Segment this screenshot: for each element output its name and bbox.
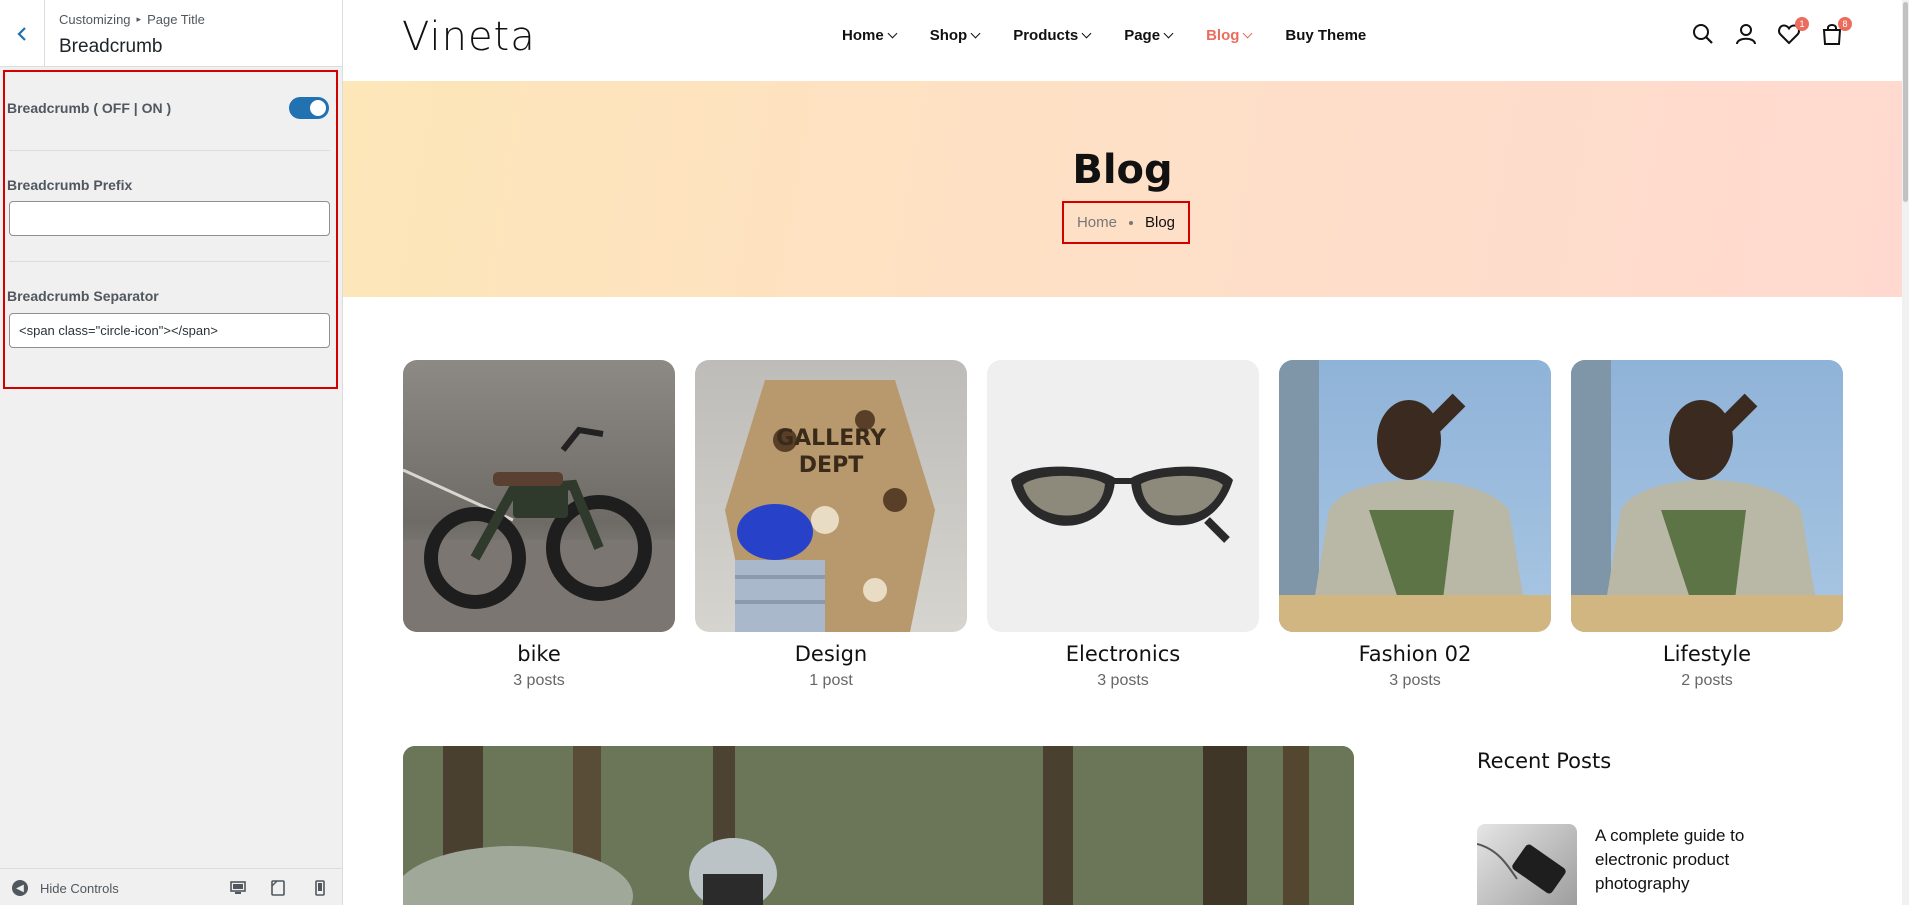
site-header: Vineta Home Shop Products Page Blog Buy Theme… (343, 0, 1909, 81)
recent-post-title: A complete guide to electronic product p… (1595, 826, 1745, 893)
chevron-down-icon (1081, 28, 1092, 39)
svg-text:DEPT: DEPT (799, 453, 863, 478)
tablet-preview-button[interactable] (268, 878, 288, 898)
nav-item-blog[interactable]: Blog (1206, 27, 1253, 44)
category-post-count: 2 posts (1681, 672, 1733, 689)
category-post-count: 3 posts (1097, 672, 1149, 689)
category-image (1571, 360, 1843, 632)
divider (9, 150, 330, 151)
crumb-arrow-icon: ▸ (136, 14, 142, 24)
nav-label: Buy Theme (1285, 27, 1367, 44)
scrollbar-thumb[interactable] (1903, 2, 1908, 202)
customizer-header: Customizing ▸ Page Title Breadcrumb (0, 0, 342, 67)
nav-item-products[interactable]: Products (1013, 27, 1092, 44)
desktop-preview-button[interactable] (228, 878, 248, 898)
hide-controls-button[interactable]: ◀ Hide Controls (12, 880, 119, 896)
svg-text:GALLERY: GALLERY (776, 426, 887, 451)
category-image (403, 360, 675, 632)
main-nav: Home Shop Products Page Blog Buy Theme (842, 27, 1400, 44)
account-button[interactable] (1734, 22, 1758, 46)
nav-label: Blog (1206, 27, 1240, 44)
mobile-icon (315, 880, 325, 896)
nav-item-page[interactable]: Page (1124, 27, 1174, 44)
recent-posts-heading: Recent Posts (1477, 749, 1612, 773)
crumb-section: Page Title (147, 12, 205, 27)
jacket-image: GALLERY DEPT (725, 380, 935, 632)
category-card[interactable]: GALLERY DEPT Design 1 post (695, 360, 967, 690)
breadcrumb-toggle[interactable] (289, 97, 329, 119)
search-icon (1693, 24, 1713, 44)
chevron-left-icon (17, 26, 26, 41)
chevron-down-icon (887, 28, 898, 39)
customizer-footer: ◀ Hide Controls (0, 868, 342, 905)
wishlist-button[interactable]: 1 (1777, 17, 1809, 46)
back-button[interactable] (0, 0, 45, 67)
breadcrumb-prefix-label: Breadcrumb Prefix (7, 177, 133, 193)
collapse-icon: ◀ (12, 880, 28, 896)
breadcrumb-prefix-input[interactable] (9, 201, 330, 236)
recent-post-thumbnail (1477, 824, 1577, 905)
nav-label: Products (1013, 27, 1079, 44)
sunglasses-image (1011, 466, 1233, 543)
breadcrumb-toggle-label: Breadcrumb ( OFF | ON ) (7, 100, 172, 116)
hide-controls-label: Hide Controls (40, 880, 119, 896)
category-name: Electronics (1065, 642, 1181, 666)
panel-title: Breadcrumb (59, 36, 163, 57)
nav-label: Page (1124, 27, 1161, 44)
breadcrumb: Home Blog (1062, 201, 1190, 244)
circle-icon (1128, 220, 1133, 225)
chevron-down-icon (970, 28, 981, 39)
category-post-count: 3 posts (513, 672, 565, 689)
wishlist-count-badge: 1 (1795, 17, 1809, 31)
page-title: Blog (1072, 147, 1173, 193)
fashion-model-image (1279, 360, 1551, 632)
crumb-root: Customizing (59, 12, 131, 27)
cart-button[interactable]: 8 (1820, 17, 1852, 46)
nav-item-buy-theme[interactable]: Buy Theme (1285, 27, 1366, 44)
category-image (987, 360, 1259, 632)
breadcrumb-home-link[interactable]: Home (1077, 214, 1117, 231)
category-post-count: 3 posts (1389, 672, 1441, 689)
page-title-banner: Blog Home Blog (343, 81, 1902, 297)
category-name: Fashion 02 (1358, 642, 1472, 666)
search-button[interactable] (1691, 22, 1715, 46)
customizer-breadcrumb: Customizing ▸ Page Title (59, 12, 205, 27)
breadcrumb-separator-input[interactable] (9, 313, 330, 348)
breadcrumb-separator-label: Breadcrumb Separator (7, 288, 159, 304)
category-card[interactable]: Lifestyle 2 posts (1571, 360, 1843, 690)
category-image (1279, 360, 1551, 632)
category-name: bike (517, 642, 561, 666)
bike-image (403, 426, 675, 632)
category-post-count: 1 post (809, 672, 853, 689)
category-card[interactable]: bike 3 posts (403, 360, 675, 690)
recent-post-item[interactable]: A complete guide to electronic product p… (1477, 824, 1807, 905)
user-icon (1736, 24, 1756, 45)
breadcrumb-current: Blog (1144, 214, 1176, 231)
forest-rider-image (403, 746, 1354, 905)
desktop-icon (230, 881, 246, 894)
lifestyle-model-image (1571, 360, 1843, 632)
nav-item-shop[interactable]: Shop (929, 27, 981, 44)
mobile-preview-button[interactable] (310, 878, 330, 898)
nav-label: Shop (929, 27, 968, 44)
site-logo[interactable]: Vineta (402, 14, 536, 60)
cart-count-badge: 8 (1838, 17, 1852, 31)
preview-scrollbar[interactable] (1902, 0, 1909, 905)
category-name: Lifestyle (1662, 642, 1752, 666)
nav-label: Home (842, 27, 884, 44)
site-preview: Vineta Home Shop Products Page Blog Buy Theme… (343, 0, 1909, 905)
customizer-sidebar: Customizing ▸ Page Title Breadcrumb Brea… (0, 0, 343, 905)
nav-item-home[interactable]: Home (842, 27, 898, 44)
category-card[interactable]: Fashion 02 3 posts (1279, 360, 1551, 690)
divider (9, 261, 330, 262)
category-name: Design (794, 642, 868, 666)
category-card[interactable]: Electronics 3 posts (987, 360, 1259, 690)
featured-post-image[interactable] (403, 746, 1354, 905)
phone-image (1477, 843, 1566, 894)
chevron-down-icon (1242, 28, 1253, 39)
tablet-icon (271, 880, 285, 896)
chevron-down-icon (1163, 28, 1174, 39)
category-image: GALLERY DEPT (695, 360, 967, 632)
